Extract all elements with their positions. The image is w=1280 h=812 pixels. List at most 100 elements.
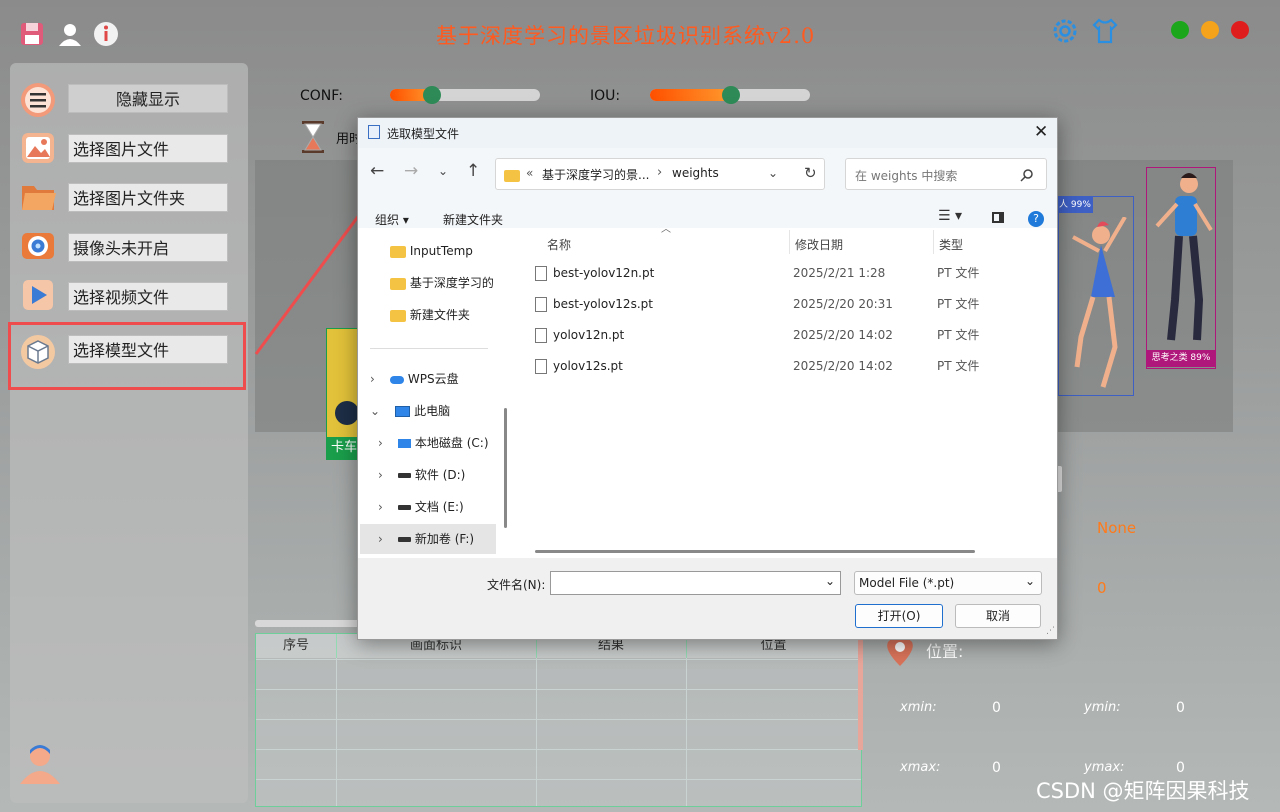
nav-drive-f[interactable]: › 新加卷 (F:) (360, 524, 496, 554)
table-row[interactable] (256, 689, 861, 719)
nav-folder-inputtemp[interactable]: InputTemp (390, 236, 530, 266)
select-video-file-button[interactable]: 选择视频文件 (68, 282, 228, 311)
nav-scrollbar[interactable] (504, 408, 507, 528)
table-row[interactable] (256, 779, 861, 809)
address-folder-icon (504, 169, 520, 182)
conf-slider-handle[interactable] (423, 86, 441, 104)
table-column-divider (336, 658, 337, 806)
address-segment-weights[interactable]: weights (672, 166, 719, 180)
file-row[interactable]: yolov12n.pt 2025/2/20 14:02 PT 文件 (535, 320, 1035, 350)
address-prefix: « (526, 166, 534, 180)
nav-divider (370, 348, 488, 349)
cloud-icon (390, 375, 405, 384)
dialog-close-icon[interactable]: ✕ (1034, 122, 1048, 142)
dialog-titlebar[interactable]: 选取模型文件 ✕ (358, 118, 1057, 148)
nav-wps-cloud[interactable]: › WPS云盘 (370, 364, 510, 394)
select-model-file-dialog: 选取模型文件 ✕ ← → ⌄ ↑ « 基于深度学习的景... › weights… (357, 117, 1058, 640)
expand-chevron-icon[interactable]: › (370, 372, 375, 386)
horizontal-scrollbar[interactable] (535, 550, 975, 553)
address-dropdown-icon[interactable]: ⌄ (768, 166, 778, 180)
file-row[interactable]: best-yolov12n.pt 2025/2/21 1:28 PT 文件 (535, 258, 1035, 288)
iou-label: IOU: (590, 88, 621, 104)
column-header-type[interactable]: 类型 (939, 236, 963, 253)
expand-chevron-icon[interactable]: › (378, 436, 383, 450)
iou-slider-handle[interactable] (722, 86, 740, 104)
camera-toggle-button[interactable]: 摄像头未开启 (68, 233, 228, 262)
dialog-footer: 文件名(N): ⌄ Model File (*.pt) ⌄ 打开(O) 取消 ⋰ (358, 558, 1057, 639)
refresh-icon[interactable]: ↻ (804, 164, 817, 182)
file-icon (535, 328, 547, 343)
up-arrow-icon[interactable]: ↑ (466, 161, 480, 181)
iou-slider[interactable] (650, 86, 810, 104)
table-row[interactable] (256, 659, 861, 689)
search-input[interactable]: 在 weights 中搜索 (855, 167, 957, 184)
back-arrow-icon[interactable]: ← (370, 161, 384, 181)
toggle-display-button[interactable]: 隐藏显示 (68, 84, 228, 113)
minimize-button[interactable] (1201, 21, 1219, 39)
folder-icon (390, 309, 406, 322)
nav-drive-e[interactable]: › 文档 (E:) (378, 492, 518, 522)
address-bar[interactable]: « 基于深度学习的景... › weights ⌄ ↻ (495, 158, 825, 190)
settings-gear-icon[interactable] (1050, 16, 1078, 44)
collapse-chevron-icon[interactable]: ⌄ (370, 404, 380, 418)
file-row[interactable]: best-yolov12s.pt 2025/2/20 20:31 PT 文件 (535, 289, 1035, 319)
new-folder-button[interactable]: 新建文件夹 (443, 211, 503, 228)
maximize-button[interactable] (1171, 21, 1189, 39)
filename-label: 文件名(N): (487, 578, 546, 592)
nav-folder-new[interactable]: 新建文件夹 (390, 300, 530, 330)
file-type-filter-select[interactable]: Model File (*.pt) ⌄ (854, 571, 1042, 595)
filename-input[interactable]: ⌄ (550, 571, 841, 595)
nav-drive-c[interactable]: › 本地磁盘 (C:) (378, 428, 518, 458)
forward-arrow-icon[interactable]: → (404, 161, 418, 181)
file-type: PT 文件 (937, 328, 980, 342)
col-header-index[interactable]: 序号 (256, 634, 337, 658)
search-icon[interactable] (1020, 168, 1034, 182)
address-segment-project[interactable]: 基于深度学习的景... (542, 166, 649, 183)
folder-icon (390, 277, 406, 290)
view-options-icon[interactable]: ☰ ▾ (938, 208, 962, 224)
nav-folder-project[interactable]: 基于深度学习的 (390, 268, 530, 298)
save-icon[interactable] (18, 20, 46, 48)
file-date: 2025/2/21 1:28 (793, 266, 886, 280)
ymin-label: ymin: (1084, 700, 1121, 715)
conf-label: CONF: (300, 88, 343, 104)
nav-this-pc[interactable]: ⌄ 此电脑 (370, 396, 510, 426)
expand-chevron-icon[interactable]: › (378, 500, 383, 514)
user-icon[interactable] (56, 20, 84, 48)
column-header-date[interactable]: 修改日期 (795, 236, 843, 253)
recent-chevron-icon[interactable]: ⌄ (438, 164, 448, 178)
close-button[interactable] (1231, 21, 1249, 39)
help-icon[interactable]: ? (1028, 211, 1044, 227)
file-name: best-yolov12s.pt (553, 297, 653, 311)
expand-chevron-icon[interactable]: › (378, 468, 383, 482)
open-button[interactable]: 打开(O) (855, 604, 943, 628)
search-box[interactable]: 在 weights 中搜索 (845, 158, 1047, 190)
file-name: yolov12s.pt (553, 359, 623, 373)
sort-indicator-icon: ︿ (661, 224, 671, 235)
organize-menu[interactable]: 组织 ▾ (375, 211, 409, 228)
person-label-tag-1: 人 99% (1059, 197, 1093, 213)
account-avatar-icon[interactable] (18, 742, 62, 790)
column-header-name[interactable]: 名称 (547, 236, 571, 253)
info-icon[interactable] (92, 20, 120, 48)
cancel-button[interactable]: 取消 (955, 604, 1041, 628)
table-row[interactable] (256, 719, 861, 749)
filename-dropdown-icon[interactable]: ⌄ (825, 574, 835, 588)
file-type-filter-value: Model File (*.pt) (859, 576, 955, 590)
nav-drive-d[interactable]: › 软件 (D:) (378, 460, 518, 490)
preview-pane-icon[interactable] (992, 212, 1004, 223)
table-scrollbar[interactable] (858, 640, 863, 750)
expand-chevron-icon[interactable]: › (378, 532, 383, 546)
ymax-label: ymax: (1084, 760, 1125, 775)
conf-slider[interactable] (390, 86, 540, 104)
filter-dropdown-icon[interactable]: ⌄ (1025, 574, 1035, 588)
resize-grip-icon[interactable]: ⋰ (1046, 626, 1055, 636)
select-image-file-button[interactable]: 选择图片文件 (68, 134, 228, 163)
table-column-divider (686, 658, 687, 806)
file-row[interactable]: yolov12s.pt 2025/2/20 14:02 PT 文件 (535, 351, 1035, 381)
theme-shirt-icon[interactable] (1090, 16, 1118, 44)
menu-icon (20, 82, 56, 118)
table-row[interactable] (256, 749, 861, 779)
select-model-file-button[interactable]: 选择模型文件 (68, 335, 228, 364)
select-image-folder-button[interactable]: 选择图片文件夹 (68, 183, 228, 212)
